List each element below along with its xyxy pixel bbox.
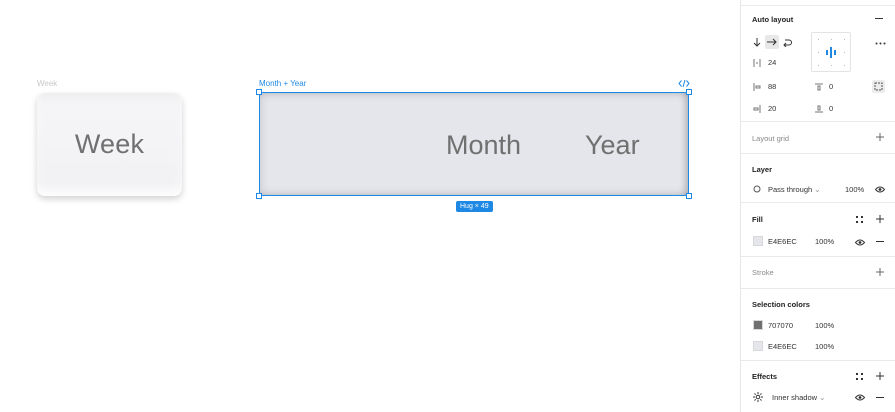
add-layout-grid-icon[interactable] — [876, 133, 884, 141]
direction-right-button[interactable] — [765, 35, 779, 49]
selection-colors-title: Selection colors — [752, 300, 810, 309]
wrap-icon[interactable] — [783, 38, 792, 47]
item-spacing-value[interactable]: 24 — [768, 58, 776, 67]
add-stroke-icon[interactable] — [876, 268, 884, 276]
effect-type-value: Inner shadow — [772, 393, 818, 402]
auto-layout-title: Auto layout — [752, 15, 794, 24]
month-year-frame[interactable]: Month Year — [259, 92, 689, 196]
resize-handle-top-left[interactable] — [256, 89, 262, 95]
padding-bottom-icon — [815, 105, 823, 113]
layout-grid-title: Layout grid — [752, 134, 790, 143]
spacing-icon — [753, 59, 761, 67]
selection-color-hex[interactable]: 707070 — [768, 321, 793, 330]
eye-icon[interactable] — [855, 394, 865, 401]
fill-opacity[interactable]: 100% — [815, 237, 834, 246]
year-text: Year — [585, 130, 640, 160]
stroke-section: Stroke — [741, 256, 895, 288]
selection-color-opacity[interactable]: 100% — [815, 321, 834, 330]
arrow-right-icon — [767, 38, 777, 46]
effects-title: Effects — [752, 372, 778, 381]
sun-icon[interactable] — [753, 392, 763, 402]
auto-layout-section: Auto layout 24 88 0 20 0 — [741, 5, 895, 121]
fill-hex[interactable]: E4E6EC — [768, 237, 797, 246]
selection-colors-section: Selection colors 707070 100% E4E6EC 100% — [741, 288, 895, 360]
blend-mode-value: Pass through — [768, 185, 813, 194]
week-frame-label[interactable]: Week — [37, 79, 57, 88]
design-canvas[interactable]: Week Week Month + Year Month Year Hug × … — [0, 0, 740, 412]
padding-top-icon — [815, 83, 823, 91]
padding-top-value[interactable]: 0 — [829, 82, 833, 91]
chevron-down-icon: ⌄ — [819, 393, 826, 402]
week-frame[interactable]: Week — [37, 93, 182, 196]
effect-type-select[interactable]: Inner shadow ⌄ — [772, 393, 825, 402]
remove-icon[interactable] — [875, 18, 883, 20]
add-fill-icon[interactable] — [876, 215, 884, 223]
alignment-grid[interactable] — [811, 32, 851, 72]
independent-padding-button[interactable] — [872, 80, 885, 93]
properties-panel: Auto layout 24 88 0 20 0 Layout grid Lay… — [740, 0, 895, 412]
padding-horizontal-value[interactable]: 88 — [768, 82, 776, 91]
stroke-title: Stroke — [752, 268, 774, 277]
layout-grid-section: Layout grid — [741, 121, 895, 153]
fill-color-swatch[interactable] — [753, 236, 763, 246]
blend-mode-select[interactable]: Pass through ⌄ — [768, 185, 821, 194]
direction-down-icon[interactable] — [753, 38, 761, 47]
size-badge: Hug × 49 — [456, 201, 493, 212]
layer-opacity[interactable]: 100% — [845, 185, 864, 194]
padding-bottom-value[interactable]: 0 — [829, 104, 833, 113]
fill-title: Fill — [752, 215, 763, 224]
blend-mode-icon — [753, 185, 761, 193]
eye-icon[interactable] — [875, 186, 885, 193]
selection-color-opacity[interactable]: 100% — [815, 342, 834, 351]
chevron-down-icon: ⌄ — [814, 185, 821, 194]
selection-color-swatch[interactable] — [753, 320, 763, 330]
fill-section: Fill E4E6EC 100% — [741, 202, 895, 256]
padding-vertical-value[interactable]: 20 — [768, 104, 776, 113]
remove-effect-icon[interactable] — [876, 397, 884, 399]
effects-section: Effects Inner shadow ⌄ — [741, 360, 895, 412]
layer-section: Layer Pass through ⌄ 100% — [741, 153, 895, 202]
selected-frame-label[interactable]: Month + Year — [259, 79, 306, 88]
style-grid-icon[interactable] — [856, 216, 863, 223]
code-icon[interactable] — [678, 79, 690, 88]
week-text: Week — [74, 129, 145, 159]
remove-fill-icon[interactable] — [876, 241, 884, 243]
selection-color-swatch[interactable] — [753, 341, 763, 351]
add-effect-icon[interactable] — [876, 372, 884, 380]
resize-handle-bottom-left[interactable] — [256, 193, 262, 199]
eye-icon[interactable] — [855, 239, 865, 246]
padding-frame-icon — [874, 82, 883, 91]
resize-handle-top-right[interactable] — [686, 89, 692, 95]
padding-horizontal-icon — [753, 83, 761, 91]
style-grid-icon[interactable] — [856, 373, 863, 380]
selection-color-hex[interactable]: E4E6EC — [768, 342, 797, 351]
month-text: Month — [446, 130, 522, 160]
more-options-icon[interactable] — [875, 42, 886, 45]
layer-title: Layer — [752, 165, 773, 174]
align-center-icon — [826, 47, 836, 58]
resize-handle-bottom-right[interactable] — [686, 193, 692, 199]
padding-vertical-icon — [753, 105, 761, 113]
